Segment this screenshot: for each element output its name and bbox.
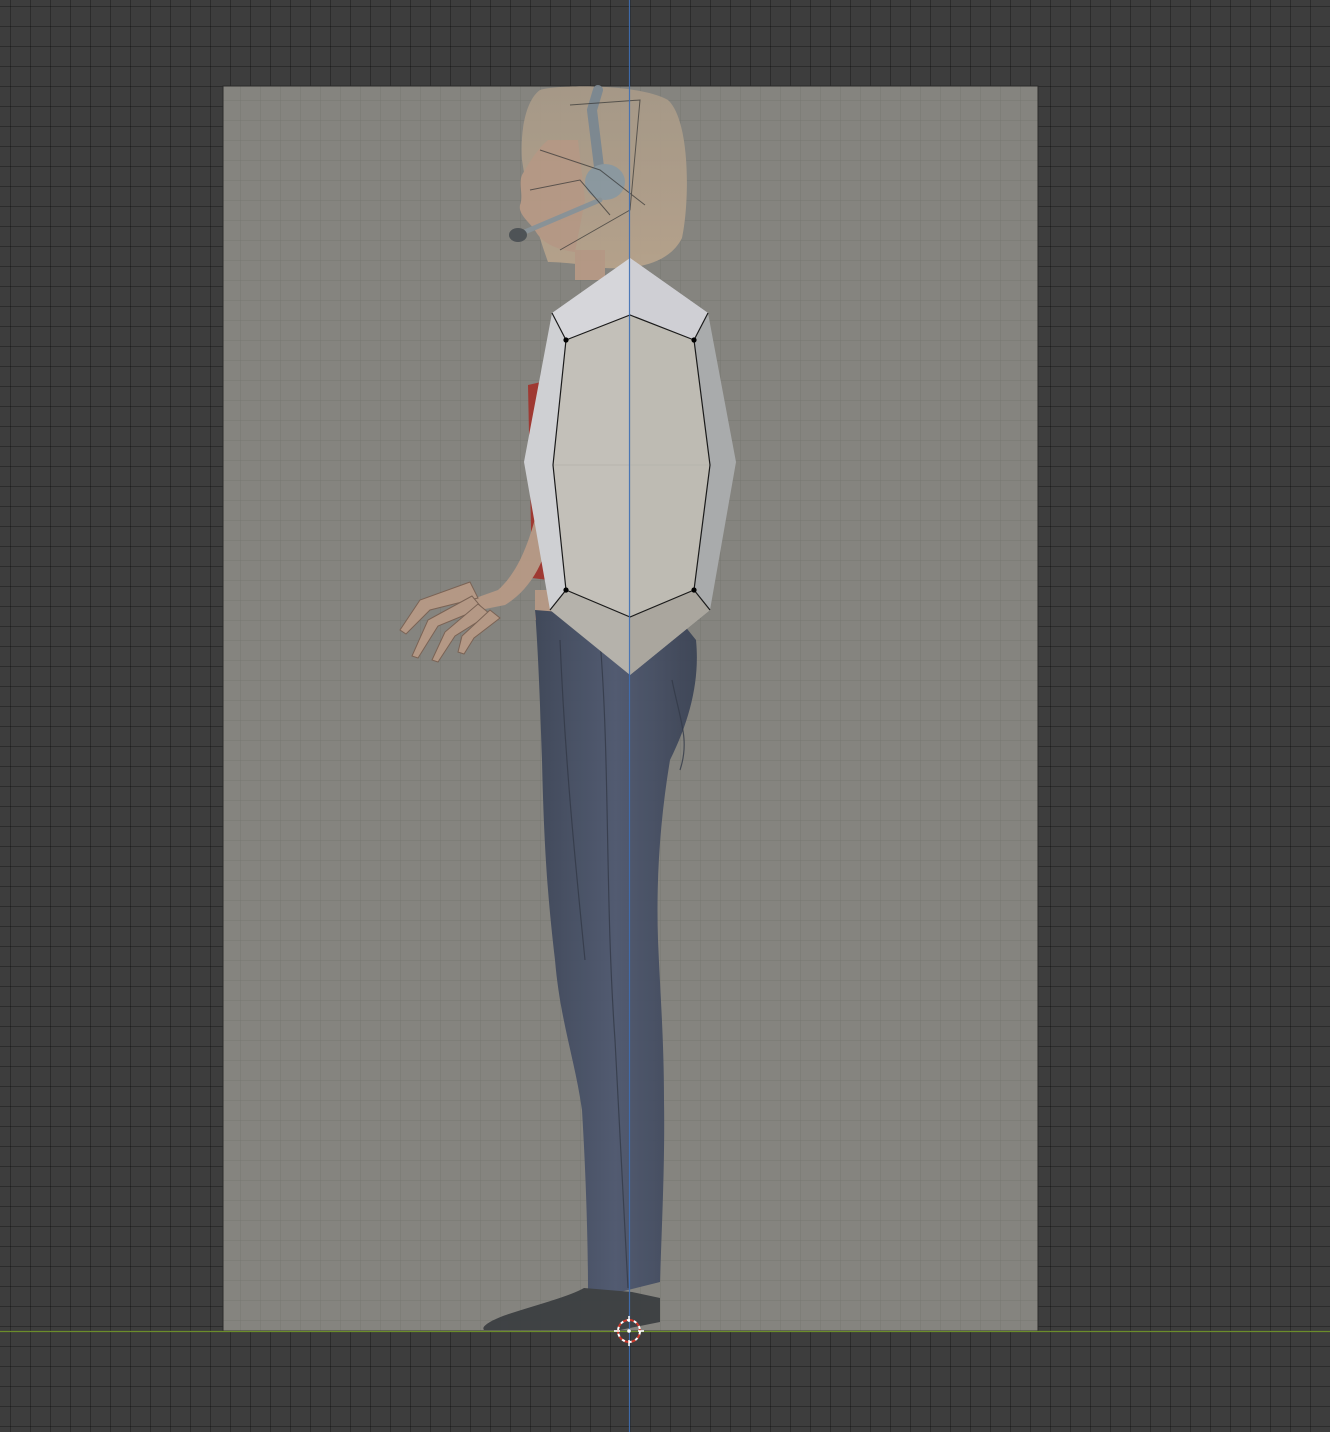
mesh-vertex[interactable] [563,587,569,593]
mesh-vertex[interactable] [691,587,697,593]
mesh-vertex[interactable] [691,337,697,343]
headset-mic [509,228,527,242]
headset-earpiece [585,164,625,200]
scene-canvas[interactable] [0,0,1330,1432]
3d-viewport[interactable] [0,0,1330,1432]
mesh-vertex[interactable] [563,337,569,343]
character-neck [575,250,605,280]
